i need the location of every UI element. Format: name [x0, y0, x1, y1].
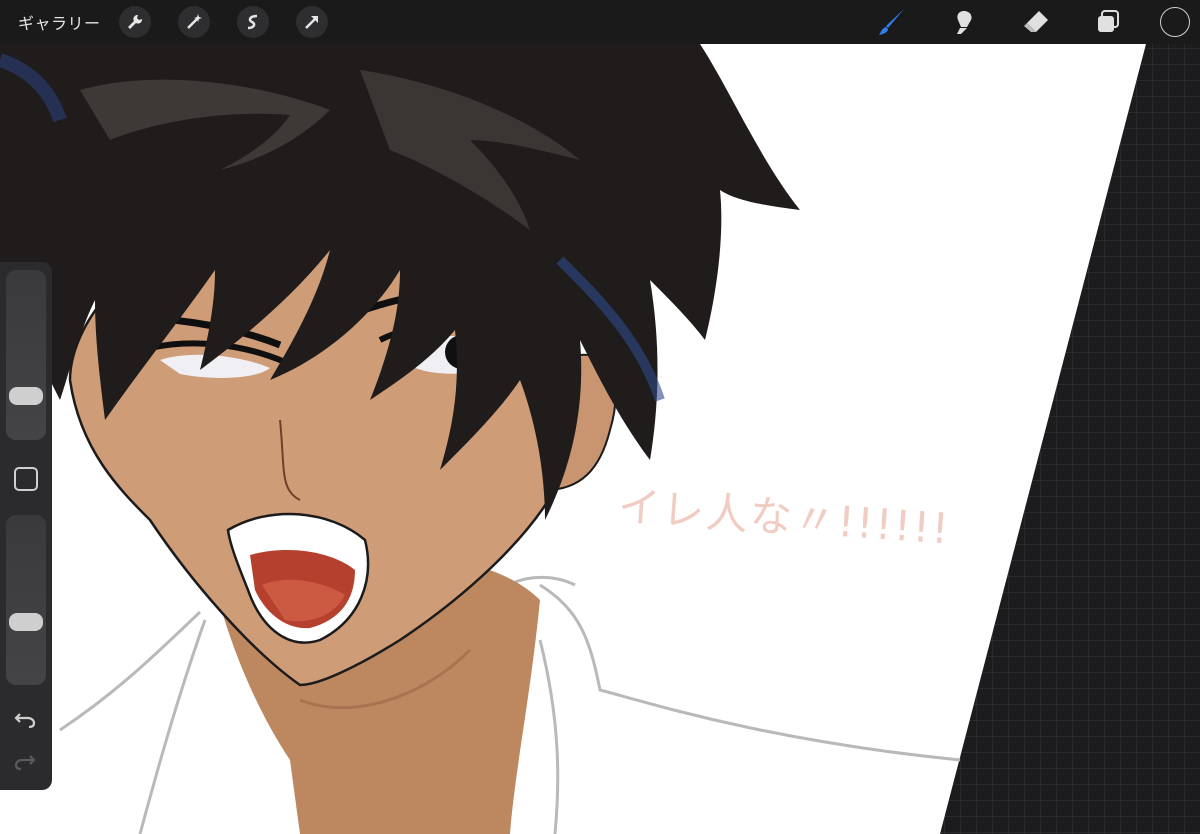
wrench-icon[interactable] — [118, 6, 151, 38]
smudge-icon[interactable] — [946, 4, 982, 40]
top-toolbar: ギャラリー — [0, 0, 1200, 44]
brush-size-slider[interactable] — [6, 270, 46, 440]
redo-icon[interactable] — [12, 750, 38, 774]
transform-arrow-icon[interactable] — [295, 6, 328, 38]
color-picker-button[interactable] — [1160, 7, 1190, 37]
selection-icon[interactable] — [236, 6, 269, 38]
undo-icon[interactable] — [12, 708, 38, 732]
eraser-icon[interactable] — [1018, 4, 1054, 40]
magic-wand-icon[interactable] — [177, 6, 210, 38]
modify-button[interactable] — [14, 467, 38, 491]
gallery-button[interactable]: ギャラリー — [18, 10, 101, 34]
opacity-slider[interactable] — [6, 515, 46, 685]
brush-size-thumb[interactable] — [9, 386, 43, 405]
artwork-canvas[interactable] — [0, 0, 1200, 834]
layers-icon[interactable] — [1090, 4, 1126, 40]
right-tool-group — [838, 0, 1200, 44]
brush-icon[interactable] — [874, 4, 910, 40]
opacity-thumb[interactable] — [9, 612, 43, 631]
left-sidebar — [0, 262, 52, 790]
